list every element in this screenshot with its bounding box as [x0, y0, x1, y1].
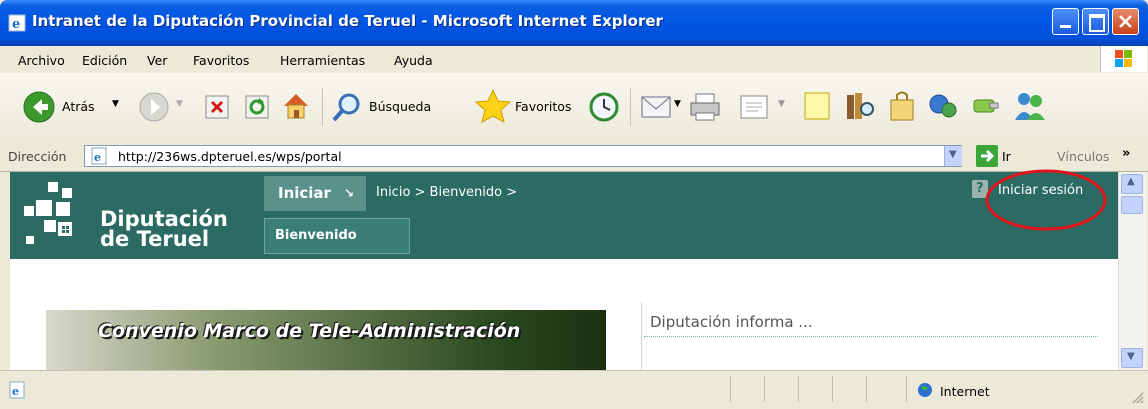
favorites-button-label[interactable]: Favoritos: [515, 99, 571, 114]
menu-edicion[interactable]: Edición: [82, 53, 127, 68]
news-section-title: Diputación informa ...: [650, 313, 813, 331]
menu-herramientas[interactable]: Herramientas: [280, 53, 365, 68]
address-label: Dirección: [8, 149, 67, 164]
go-button-label[interactable]: Ir: [1002, 149, 1011, 164]
back-arrow-icon[interactable]: [22, 90, 56, 124]
maximize-button[interactable]: [1082, 8, 1109, 35]
forward-dropdown-arrow-icon[interactable]: ▼: [176, 99, 183, 109]
toolbar-separator: [322, 88, 323, 126]
close-button[interactable]: [1112, 8, 1139, 35]
favorites-star-icon[interactable]: [474, 88, 512, 124]
address-url-text[interactable]: http://236ws.dpteruel.es/wps/portal: [118, 149, 342, 164]
scroll-down-button[interactable]: ▼: [1121, 348, 1143, 368]
promo-banner-image[interactable]: Convenio Marco de Tele-Administración: [46, 310, 606, 370]
status-divider: [866, 376, 867, 402]
chevron-down-icon: ▼: [1127, 351, 1135, 362]
mail-dropdown-arrow-icon[interactable]: ▼: [674, 99, 681, 109]
welcome-tab[interactable]: Bienvenido: [264, 218, 410, 254]
maximize-icon: [1089, 14, 1105, 32]
security-zone-label: Internet: [940, 384, 990, 399]
research-books-icon[interactable]: [842, 89, 876, 123]
toolbar-separator: [630, 88, 631, 126]
windows-logo: [1100, 46, 1147, 72]
address-dropdown-button[interactable]: ▼: [944, 146, 962, 166]
network-globe-icon[interactable]: [926, 88, 960, 124]
status-divider: [832, 376, 833, 402]
scroll-thumb[interactable]: [1121, 196, 1143, 214]
chevron-down-icon: ▼: [949, 149, 957, 160]
resize-grip-icon[interactable]: [1130, 390, 1144, 404]
discuss-note-icon[interactable]: [802, 90, 832, 122]
refresh-icon[interactable]: [244, 94, 270, 120]
home-icon[interactable]: [280, 90, 312, 122]
connection-plug-icon[interactable]: [968, 88, 1002, 124]
internet-explorer-icon: e: [8, 14, 26, 32]
svg-text:e: e: [12, 17, 20, 32]
svg-text:e: e: [12, 385, 19, 398]
svg-text:e: e: [94, 151, 101, 164]
promo-title: Convenio Marco de Tele-Administración: [98, 320, 521, 342]
annotation-circle: [985, 169, 1107, 231]
minimize-button[interactable]: [1052, 8, 1079, 35]
status-divider: [730, 376, 731, 402]
diputacion-logo-icon: [24, 182, 72, 244]
start-menu-button[interactable]: Iniciar ↘: [264, 176, 366, 211]
status-divider: [764, 376, 765, 402]
arrow-down-right-icon: ↘: [344, 186, 355, 200]
links-label[interactable]: Vínculos: [1057, 149, 1109, 164]
close-icon: [1119, 15, 1132, 28]
search-button-label[interactable]: Búsqueda: [369, 99, 431, 114]
history-icon[interactable]: [588, 91, 620, 123]
messenger-people-icon[interactable]: [1012, 88, 1048, 124]
status-divider: [906, 376, 907, 402]
breadcrumb[interactable]: Inicio > Bienvenido >: [376, 185, 517, 200]
menu-favoritos[interactable]: Favoritos: [193, 53, 249, 68]
stop-icon[interactable]: [204, 94, 230, 120]
edit-dropdown-arrow-icon[interactable]: ▼: [778, 99, 785, 109]
news-title-underline: [644, 336, 1098, 337]
menu-ver[interactable]: Ver: [147, 53, 167, 68]
back-dropdown-arrow-icon[interactable]: ▼: [112, 99, 119, 109]
page-status-icon: e: [9, 381, 25, 399]
start-menu-label: Iniciar: [278, 184, 331, 202]
edit-icon[interactable]: [738, 92, 772, 122]
menu-bar: [0, 46, 1148, 74]
status-divider: [798, 376, 799, 402]
column-divider: [641, 302, 642, 370]
shopping-bag-icon[interactable]: [886, 88, 918, 124]
menu-ayuda[interactable]: Ayuda: [394, 53, 433, 68]
back-button-label[interactable]: Atrás: [62, 99, 95, 114]
welcome-tab-label: Bienvenido: [275, 228, 357, 243]
scroll-up-button[interactable]: ▲: [1121, 174, 1143, 194]
chevron-up-icon: ▲: [1127, 176, 1135, 187]
page-icon: e: [91, 147, 107, 165]
search-icon[interactable]: [330, 90, 364, 124]
chevron-more-icon[interactable]: »: [1122, 146, 1130, 161]
logo-text-line2: de Teruel: [100, 227, 210, 251]
minimize-icon: [1060, 25, 1071, 28]
forward-arrow-icon[interactable]: [138, 91, 170, 123]
window-title: Intranet de la Diputación Provincial de …: [32, 12, 663, 30]
internet-globe-icon: [918, 383, 932, 397]
mail-icon[interactable]: [640, 92, 674, 122]
menu-archivo[interactable]: Archivo: [18, 53, 65, 68]
print-icon[interactable]: [688, 91, 722, 123]
